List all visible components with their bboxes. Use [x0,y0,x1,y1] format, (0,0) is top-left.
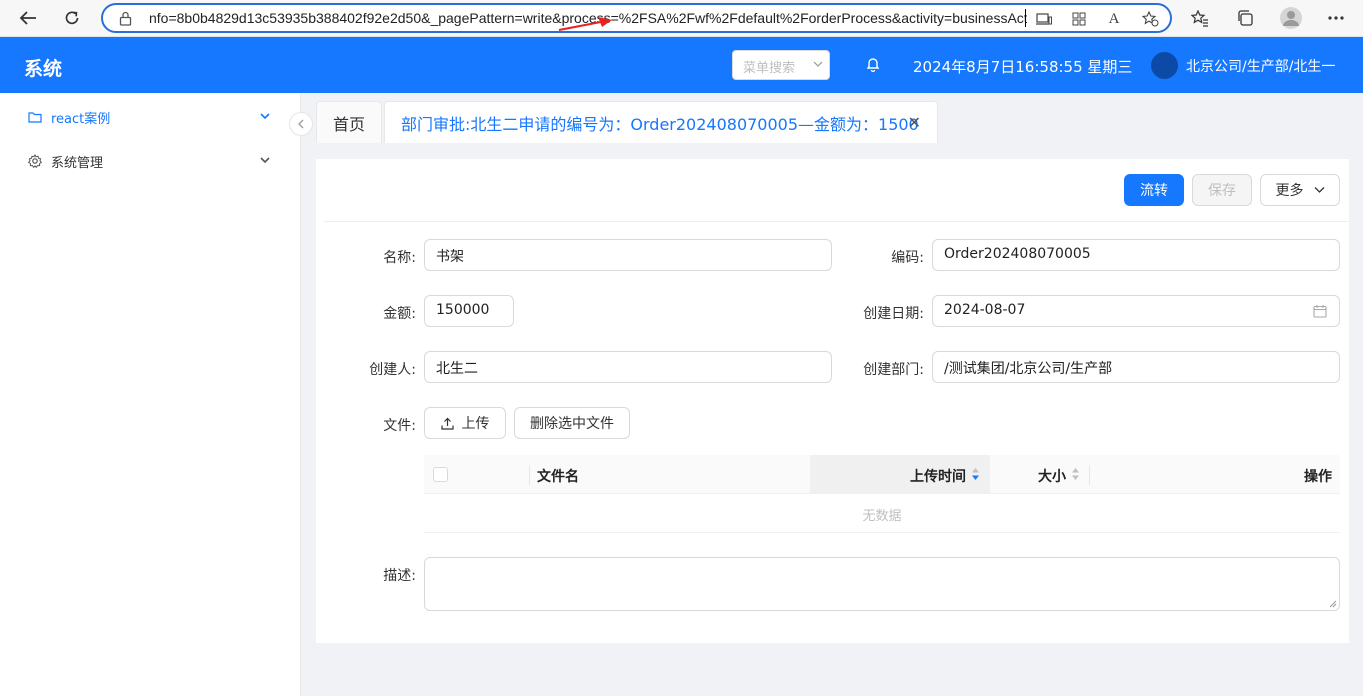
column-header-size[interactable]: 大小 [1038,466,1066,486]
creator-label: 创建人: [369,362,416,378]
chevron-down-icon [813,57,823,75]
refresh-icon[interactable] [58,5,86,31]
more-options-icon[interactable] [1322,5,1350,31]
divider [324,221,1349,222]
chevron-left-icon [298,119,304,129]
collapse-sidebar-button[interactable] [289,112,313,136]
app-title: 系统 [24,58,63,80]
bell-icon[interactable] [866,56,880,76]
device-icon[interactable] [1033,9,1055,29]
name-label: 名称: [383,250,416,266]
tab-home[interactable]: 首页 [316,101,382,143]
creator-field[interactable]: 北生二 [424,351,832,383]
sidebar-item-react[interactable]: react案例 [0,97,300,137]
read-aloud-icon[interactable]: A [1103,9,1125,29]
amount-label: 金额: [383,306,416,322]
menu-search-select[interactable]: 菜单搜索 [732,50,830,80]
amount-field[interactable]: 150000 [424,295,514,327]
apps-icon[interactable] [1068,9,1090,29]
more-label: 更多 [1275,183,1304,199]
create-dept-field[interactable]: /测试集团/北京公司/生产部 [932,351,1340,383]
resize-handle-icon[interactable] [1329,600,1337,608]
chevron-down-icon [260,110,270,125]
upload-label: 上传 [461,416,490,432]
folder-icon [28,111,44,123]
address-bar[interactable]: nfo=8b0b4829d13c53935b388402f92e2d50&_pa… [101,3,1172,33]
collections-icon[interactable] [1231,5,1259,31]
create-date-value: 2024-08-07 [944,302,1026,318]
user-org-path[interactable]: 北京公司/生产部/北生一 [1186,56,1335,76]
app-header: 系统 菜单搜索 2024年8月7日16:58:55 星期三 北京公司/生产部/北… [0,37,1363,93]
flow-button[interactable]: 流转 [1124,174,1184,206]
sort-icon[interactable] [1071,466,1080,482]
name-field[interactable]: 书架 [424,239,832,271]
tab-approval[interactable]: 部门审批:北生二申请的编号为：Order202408070005—金额为：150… [384,101,938,143]
text-caret [1025,9,1026,27]
code-field[interactable]: Order202408070005 [932,239,1340,271]
file-table-header: 文件名 上传时间 大小 操作 [424,455,1340,494]
delete-selected-files-button[interactable]: 删除选中文件 [514,407,630,439]
sort-icon[interactable] [971,466,980,482]
close-icon[interactable]: ✕ [908,113,921,132]
upload-button[interactable]: 上传 [424,407,506,439]
favorites-icon[interactable] [1186,5,1214,31]
more-dropdown-button[interactable]: 更多 [1260,174,1340,206]
add-favorite-icon[interactable] [1139,9,1161,29]
column-separator [1089,465,1090,485]
sidebar-item-label: react案例 [51,111,111,127]
create-dept-label: 创建部门: [863,362,924,378]
current-datetime: 2024年8月7日16:58:55 星期三 [913,58,1133,76]
column-header-filename[interactable]: 文件名 [537,466,579,486]
tab-label: 部门审批:北生二申请的编号为：Order202408070005—金额为：150… [401,114,919,134]
browser-toolbar: nfo=8b0b4829d13c53935b388402f92e2d50&_pa… [0,0,1363,37]
avatar[interactable] [1151,52,1178,79]
gear-icon [28,154,44,168]
chevron-down-icon [260,154,270,169]
create-date-label: 创建日期: [863,306,924,322]
column-separator [529,465,530,485]
column-header-actions: 操作 [1304,469,1332,485]
save-button[interactable]: 保存 [1192,174,1252,206]
description-textarea[interactable] [424,557,1340,611]
column-header-upload-time[interactable]: 上传时间 [910,466,966,486]
file-label: 文件: [383,418,416,434]
lock-icon[interactable] [119,11,132,30]
profile-icon[interactable] [1277,5,1305,31]
annotation-arrow-icon [558,17,612,31]
chevron-down-icon [1314,187,1324,193]
select-all-checkbox[interactable] [433,467,448,482]
back-icon[interactable] [14,5,42,31]
description-label: 描述: [383,568,416,584]
create-date-picker[interactable]: 2024-08-07 [932,295,1340,327]
code-label: 编码: [891,250,924,266]
menu-search-placeholder: 菜单搜索 [743,61,796,76]
calendar-icon[interactable] [1313,304,1327,322]
upload-icon [440,417,454,430]
sidebar: react案例 系统管理 [0,93,301,696]
empty-placeholder: 无数据 [424,494,1340,533]
form-card: 流转 保存 更多 名称: 书架 编码: Order202408070005 金额… [316,159,1349,643]
sidebar-item-label: 系统管理 [51,155,104,171]
sidebar-item-system[interactable]: 系统管理 [0,141,300,181]
